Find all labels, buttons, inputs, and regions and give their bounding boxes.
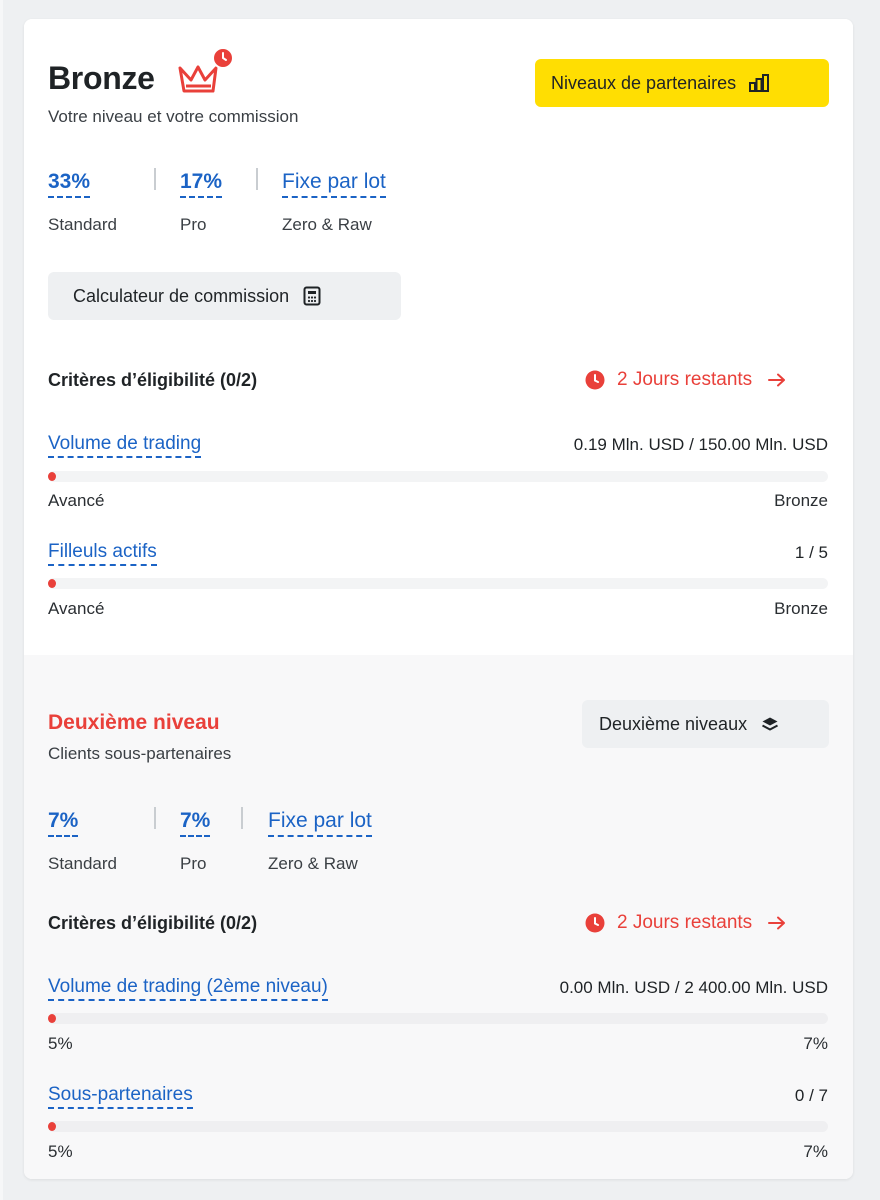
second-level-volume-value: 0.00 Mln. USD / 2 400.00 Mln. USD (560, 978, 828, 998)
progress-start-label: Avancé (48, 491, 105, 510)
bar-chart-icon (749, 74, 770, 92)
progress-marker (48, 1122, 56, 1131)
second-level-title: Deuxième niveau (48, 711, 220, 734)
partner-levels-button[interactable]: Niveaux de partenaires (535, 59, 829, 107)
days-remaining-link[interactable]: 2 Jours restants (585, 369, 786, 391)
clock-icon (585, 370, 605, 390)
commission-calculator-button[interactable]: Calculateur de commission (48, 272, 401, 320)
second-level-subtitle: Clients sous-partenaires (48, 744, 232, 763)
rate-pro-value[interactable]: 7% (180, 809, 211, 837)
progress-start-label: Avancé (48, 599, 105, 618)
second-levels-button-label: Deuxième niveaux (599, 713, 748, 734)
current-tier-section: Bronze Votre niveau et votre commission … (24, 19, 853, 655)
tier-name: Bronze (48, 60, 155, 96)
arrow-right-icon (768, 916, 786, 930)
rate-divider (154, 807, 156, 829)
arrow-right-icon (768, 373, 786, 387)
tier-subtitle: Votre niveau et votre commission (48, 107, 299, 126)
second-level-volume-target: 2 400.00 Mln. USD (684, 978, 828, 997)
partner-level-card: Bronze Votre niveau et votre commission … (24, 19, 853, 1179)
active-referrals-link[interactable]: Filleuls actifs (48, 540, 157, 566)
value-separator: / (674, 978, 680, 997)
trading-volume-value: 0.19 Mln. USD / 150.00 Mln. USD (574, 435, 828, 455)
rate-standard-value[interactable]: 7% (48, 809, 79, 837)
criteria-title: Critères d’éligibilité (0/2) (48, 913, 258, 933)
value-separator: / (689, 435, 694, 454)
clock-icon (585, 913, 605, 933)
active-referrals-progress (48, 578, 828, 589)
commission-calculator-label: Calculateur de commission (73, 285, 290, 306)
rate-divider (256, 168, 258, 190)
clock-badge-icon (212, 47, 234, 69)
days-remaining-link[interactable]: 2 Jours restants (585, 912, 786, 934)
progress-end-label: 7% (803, 1142, 828, 1161)
rate-standard-value[interactable]: 33% (48, 170, 91, 198)
calculator-icon (303, 286, 321, 306)
second-level-volume-link[interactable]: Volume de trading (2ème niveau) (48, 975, 328, 1001)
rate-divider (154, 168, 156, 190)
second-level-volume-current: 0.00 Mln. USD (559, 978, 671, 997)
second-levels-button[interactable]: Deuxième niveaux (582, 700, 829, 748)
rate-fixed-value[interactable]: Fixe par lot (282, 170, 386, 198)
rate-pro-label: Pro (180, 854, 207, 873)
sub-partners-link[interactable]: Sous-partenaires (48, 1083, 193, 1109)
partner-levels-button-label: Niveaux de partenaires (551, 72, 737, 93)
progress-start-label: 5% (48, 1034, 73, 1053)
progress-start-label: 5% (48, 1142, 73, 1161)
active-referrals-value: 1 / 5 (794, 543, 828, 562)
trading-volume-link[interactable]: Volume de trading (48, 432, 202, 458)
rate-fixed-label: Zero & Raw (282, 215, 372, 234)
rate-fixed-label: Zero & Raw (268, 854, 358, 873)
trading-volume-target: 150.00 Mln. USD (698, 435, 828, 454)
criteria-title: Critères d’éligibilité (0/2) (48, 370, 258, 390)
rate-standard-label: Standard (48, 854, 117, 873)
sub-partners-progress (48, 1121, 828, 1132)
layers-icon (762, 717, 779, 731)
rate-divider (241, 807, 243, 829)
second-level-section: Deuxième niveau Clients sous-partenaires… (24, 655, 853, 1179)
progress-marker (48, 579, 56, 588)
rate-pro-value[interactable]: 17% (180, 170, 223, 198)
rate-fixed-value[interactable]: Fixe par lot (268, 809, 372, 837)
progress-marker (48, 472, 56, 481)
days-remaining-label: 2 Jours restants (617, 369, 753, 390)
trading-volume-progress (48, 471, 828, 482)
progress-marker (48, 1014, 56, 1023)
rate-standard-label: Standard (48, 215, 117, 234)
second-level-volume-progress (48, 1013, 828, 1024)
progress-end-label: Bronze (774, 491, 828, 510)
left-panel-edge (0, 0, 3, 1200)
days-remaining-label: 2 Jours restants (617, 912, 753, 933)
rate-pro-label: Pro (180, 215, 207, 234)
progress-end-label: Bronze (774, 599, 828, 618)
progress-end-label: 7% (803, 1034, 828, 1053)
sub-partners-value: 0 / 7 (794, 1086, 828, 1105)
trading-volume-current: 0.19 Mln. USD (573, 435, 685, 454)
